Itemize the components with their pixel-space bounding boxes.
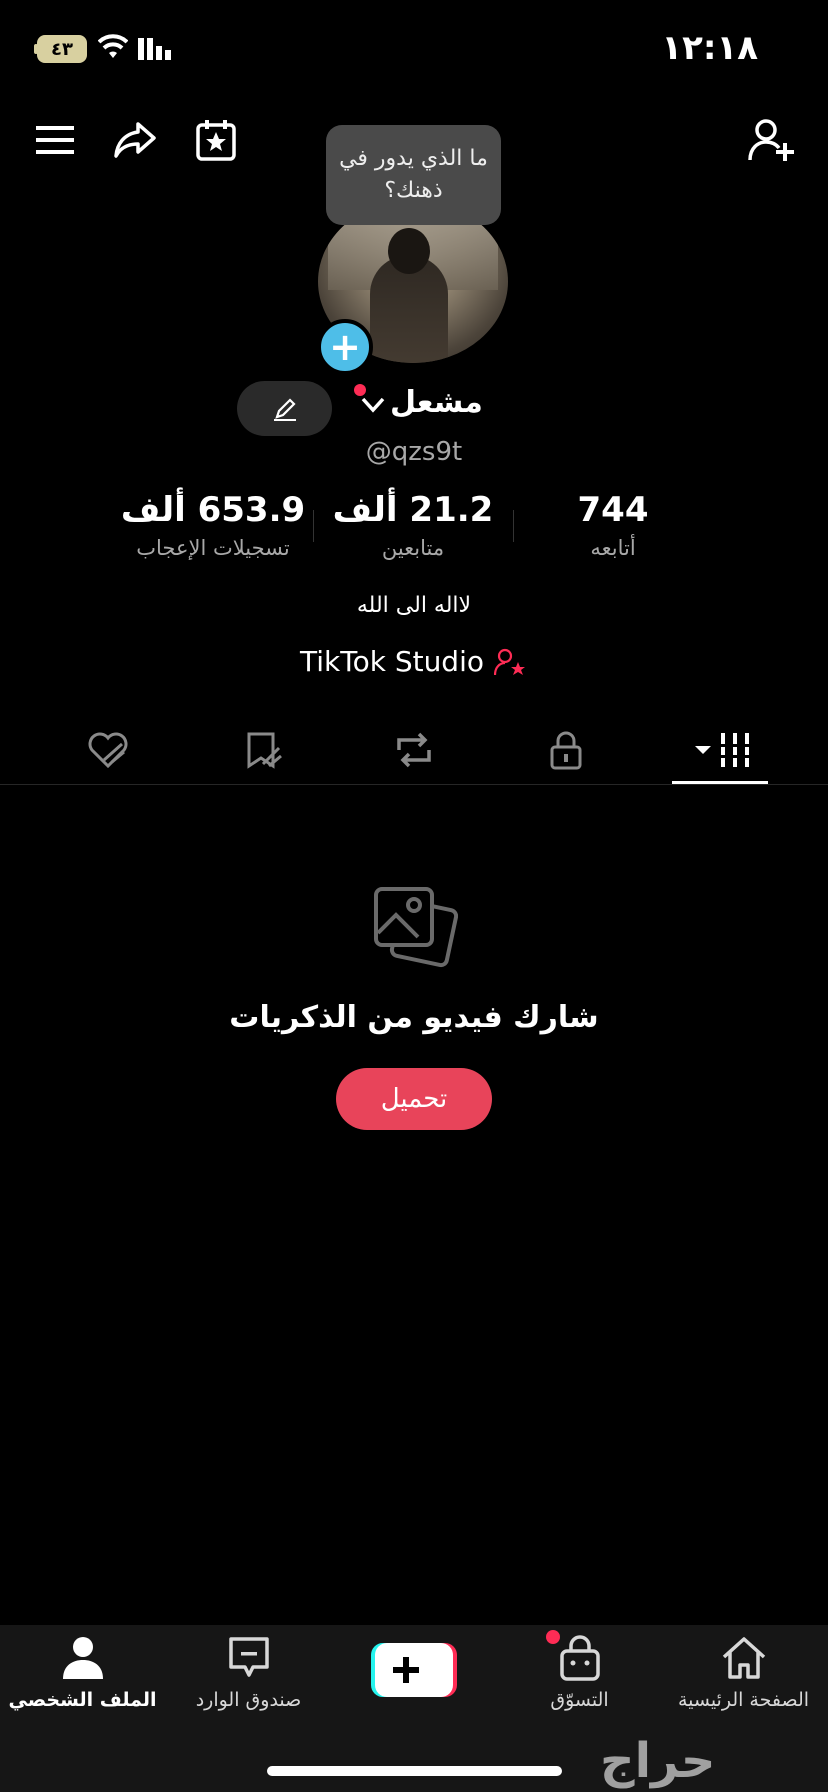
nav-profile[interactable]: الملف الشخصي xyxy=(0,1635,165,1711)
tab-private[interactable] xyxy=(526,720,606,780)
studio-label: TikTok Studio xyxy=(299,645,484,678)
following-count: 744 xyxy=(577,490,649,530)
menu-icon[interactable] xyxy=(26,110,86,170)
nav-profile-label: الملف الشخصي xyxy=(8,1689,157,1711)
followers-stat[interactable]: 21.2 ألف متابعين xyxy=(313,490,513,560)
tab-favorites[interactable] xyxy=(223,720,303,780)
grid-dropdown-icon xyxy=(695,733,751,767)
likes-count: 653.9 ألف xyxy=(120,490,306,530)
heart-hidden-icon xyxy=(88,732,128,769)
followers-label: متابعين xyxy=(381,536,445,560)
following-label: أتابعه xyxy=(590,536,636,560)
stat-divider xyxy=(513,510,514,542)
profile-bio: لااله الى الله xyxy=(356,593,472,618)
pencil-icon xyxy=(273,397,296,421)
nav-inbox[interactable]: صندوق الوارد xyxy=(166,1635,331,1711)
likes-label: تسجيلات الإعجاب xyxy=(136,536,290,560)
tab-liked[interactable] xyxy=(68,720,148,780)
nav-inbox-label: صندوق الوارد xyxy=(195,1689,302,1711)
lock-icon xyxy=(550,731,582,770)
creator-star-icon xyxy=(494,648,525,675)
nav-home-label: الصفحة الرئيسية xyxy=(677,1689,810,1711)
inbox-icon xyxy=(228,1637,269,1677)
status-bubble[interactable]: ما الذي يدور في ذهنك؟ xyxy=(326,125,501,225)
profile-icon xyxy=(62,1637,103,1679)
watermark-logo: حراج xyxy=(600,1733,716,1789)
tab-divider xyxy=(0,784,828,785)
create-plus-icon[interactable] xyxy=(371,1643,457,1697)
nav-shop-label: التسوّق xyxy=(550,1689,609,1711)
status-time: ١٢:١٨ xyxy=(661,28,758,68)
bookmark-hidden-icon xyxy=(247,732,282,769)
stat-divider xyxy=(313,510,314,542)
tiktok-studio-link[interactable]: TikTok Studio xyxy=(0,645,828,678)
calendar-star-icon[interactable] xyxy=(186,110,246,170)
battery-indicator: ٤٣ xyxy=(37,35,87,63)
chevron-down-icon[interactable] xyxy=(360,395,386,415)
add-story-icon[interactable]: + xyxy=(317,319,373,375)
photos-icon xyxy=(374,887,458,968)
upload-button[interactable]: تحميل xyxy=(336,1068,492,1130)
profile-name[interactable]: مشعل xyxy=(390,385,483,420)
shopping-bag-icon xyxy=(559,1635,600,1681)
nav-home[interactable]: الصفحة الرئيسية xyxy=(661,1635,826,1711)
followers-count: 21.2 ألف xyxy=(332,490,494,530)
tab-videos[interactable] xyxy=(680,720,760,780)
tab-reposts[interactable] xyxy=(374,720,454,780)
nav-shop[interactable]: التسوّق xyxy=(497,1635,662,1711)
wifi-icon xyxy=(98,34,128,58)
home-icon xyxy=(722,1637,765,1679)
profile-handle: @qzs9t xyxy=(365,437,463,467)
empty-state-title: شارك فيديو من الذكريات xyxy=(229,1000,599,1035)
add-friend-icon[interactable] xyxy=(742,110,802,170)
edit-profile-button[interactable] xyxy=(237,381,332,436)
signal-icon xyxy=(138,38,171,60)
home-indicator[interactable] xyxy=(267,1766,562,1776)
repost-icon xyxy=(397,732,431,768)
likes-stat[interactable]: 653.9 ألف تسجيلات الإعجاب xyxy=(113,490,313,560)
share-icon[interactable] xyxy=(105,110,165,170)
following-stat[interactable]: 744 أتابعه xyxy=(513,490,713,560)
